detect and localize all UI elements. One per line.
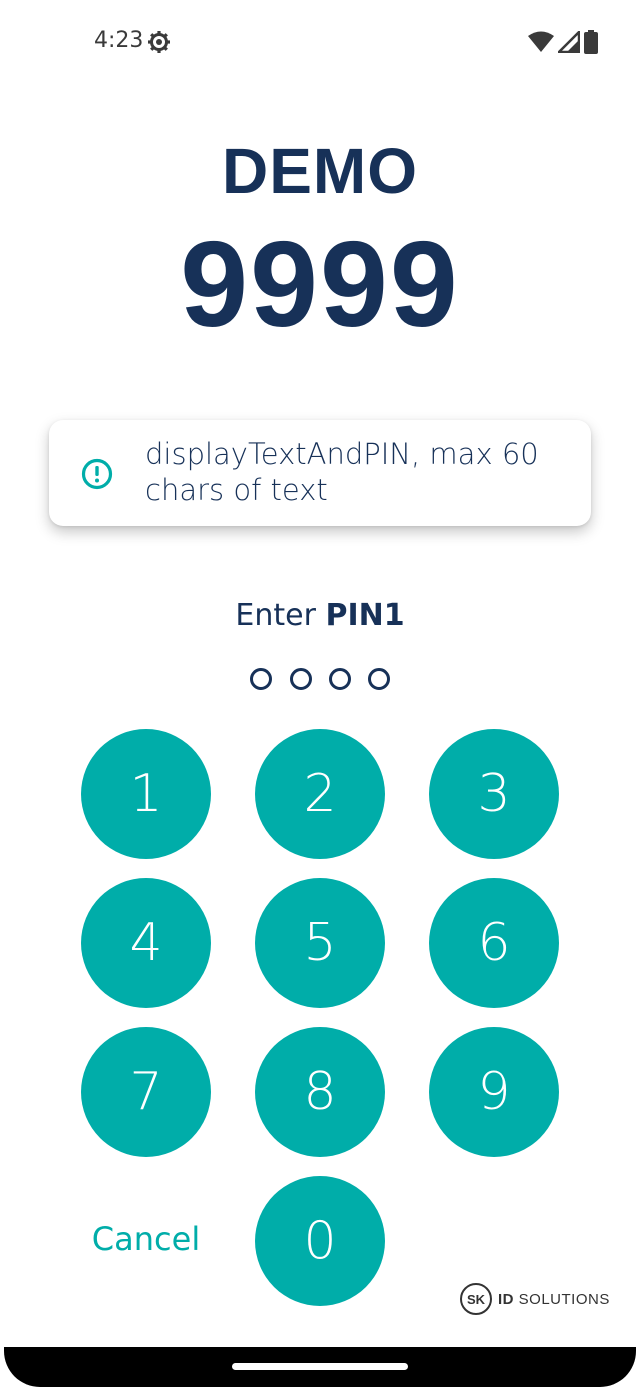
key-6-button[interactable]: 6 [429, 878, 559, 1008]
info-text: displayTextAndPIN, max 60 chars of text [145, 437, 539, 507]
logo-text-bold: ID [498, 1290, 514, 1308]
sk-id-solutions-logo: SK ID SOLUTIONS [460, 1283, 610, 1315]
battery-icon [584, 30, 598, 59]
status-icons [528, 28, 598, 59]
key-8-button[interactable]: 8 [255, 1027, 385, 1157]
logo-text: ID SOLUTIONS [498, 1291, 610, 1308]
key-7-button[interactable]: 7 [81, 1027, 211, 1157]
status-bar: 4:23 [0, 0, 640, 86]
logo-text-rest: SOLUTIONS [518, 1290, 610, 1308]
cancel-button[interactable]: Cancel [81, 1220, 211, 1258]
pin-dot [368, 668, 390, 690]
pin-prompt-prefix: Enter [235, 598, 326, 633]
key-1-button[interactable]: 1 [81, 729, 211, 859]
key-3-button[interactable]: 3 [429, 729, 559, 859]
status-time: 4:23 [94, 28, 144, 53]
wifi-icon [528, 31, 554, 58]
key-2-button[interactable]: 2 [255, 729, 385, 859]
key-5-button[interactable]: 5 [255, 878, 385, 1008]
settings-gear-icon [147, 30, 171, 59]
verification-code: 9999 [180, 216, 460, 352]
key-0-button[interactable]: 0 [255, 1176, 385, 1306]
pin-dot [329, 668, 351, 690]
home-indicator[interactable] [232, 1363, 408, 1370]
info-circle-icon [81, 458, 113, 495]
pin-prompt-pin: PIN1 [325, 598, 405, 633]
pin-prompt: Enter PIN1 [0, 598, 640, 633]
pin-dot [290, 668, 312, 690]
key-9-button[interactable]: 9 [429, 1027, 559, 1157]
key-4-button[interactable]: 4 [81, 878, 211, 1008]
pin-dots [250, 668, 392, 690]
page-title: DEMO [222, 135, 418, 207]
navigation-bar [4, 1347, 636, 1387]
info-card: displayTextAndPIN, max 60 chars of text [49, 420, 591, 526]
logo-mark: SK [460, 1283, 492, 1315]
cell-signal-icon [555, 28, 581, 58]
pin-dot [250, 668, 272, 690]
